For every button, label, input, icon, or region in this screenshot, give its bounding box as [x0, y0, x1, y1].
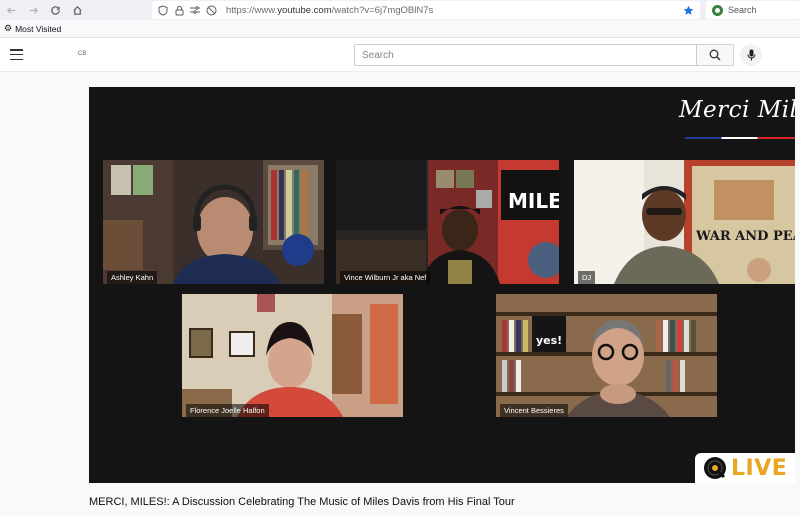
search-icon	[709, 49, 721, 61]
home-icon	[72, 5, 82, 15]
participant-4-video	[182, 294, 403, 417]
video-title: MERCI, MILES!: A Discussion Celebrating …	[89, 496, 515, 508]
browser-search-placeholder: Search	[728, 5, 757, 15]
bookmark-star-icon[interactable]	[680, 2, 696, 18]
arrow-right-icon	[29, 6, 38, 14]
lock-icon[interactable]	[172, 3, 186, 17]
participant-3-video: WAR AND PEACE	[574, 160, 795, 284]
video-player[interactable]: Merci Miles Ashley Kahn MILE	[89, 87, 795, 483]
permissions-icon[interactable]	[188, 3, 202, 17]
participant-name: Ashley Kahn	[107, 271, 158, 284]
url-path: /watch?v=6j7mgOBlN7s	[331, 4, 434, 16]
mile-sign-text: MILE	[508, 189, 559, 213]
participant-1-video	[103, 160, 324, 284]
bookmarks-toolbar: ⚙ Most Visited	[0, 20, 800, 38]
search-button[interactable]	[697, 44, 734, 66]
shield-icon[interactable]	[156, 3, 170, 17]
menu-icon[interactable]	[10, 49, 23, 60]
youtube-header: CB Search	[0, 38, 800, 72]
browser-toolbar: https://www.youtube.com/watch?v=6j7mgOBl…	[0, 0, 800, 20]
url-host: youtube.com	[277, 4, 332, 16]
reload-button[interactable]	[44, 0, 66, 20]
participant-tile-5[interactable]: yes! Vincent Bessieres	[496, 294, 717, 417]
search-input[interactable]: Search	[354, 44, 697, 66]
arrow-left-icon	[6, 6, 15, 14]
gear-icon: ⚙	[4, 23, 13, 33]
participant-tile-3[interactable]: WAR AND PEACE DJ	[574, 160, 795, 284]
reload-icon	[50, 5, 60, 15]
participant-5-video: yes!	[496, 294, 717, 417]
region-code: CB	[78, 51, 87, 57]
participant-tile-2[interactable]: MILE Vince Wilburn Jr aka Nef	[336, 160, 559, 284]
participant-name: DJ	[578, 271, 596, 284]
forward-button[interactable]	[22, 0, 44, 20]
participant-name: Vincent Bessieres	[500, 404, 568, 417]
search-engine-icon	[712, 4, 723, 16]
book-cover-text: yes!	[536, 334, 562, 347]
participant-tile-4[interactable]: Florence Joelle Halfon	[182, 294, 403, 417]
poster-text: WAR AND PEACE	[695, 229, 795, 244]
live-label: LIVE	[731, 455, 788, 481]
participant-2-video: MILE	[336, 160, 559, 284]
participant-tile-1[interactable]: Ashley Kahn	[103, 160, 324, 284]
url-prefix: https://www.	[226, 4, 278, 16]
live-badge: LIVE	[695, 453, 795, 483]
browser-search-box[interactable]: Search	[706, 1, 800, 19]
url-text[interactable]: https://www.youtube.com/watch?v=6j7mgOBl…	[226, 5, 433, 16]
home-button[interactable]	[66, 0, 88, 20]
autoplay-blocked-icon[interactable]	[204, 3, 218, 17]
back-button[interactable]	[0, 0, 22, 20]
flag-stripe	[685, 137, 795, 139]
voice-search-button[interactable]	[740, 44, 762, 66]
brand-title: Merci Miles	[679, 97, 795, 123]
bookmark-most-visited[interactable]: Most Visited	[15, 24, 61, 34]
address-bar[interactable]: https://www.youtube.com/watch?v=6j7mgOBl…	[152, 1, 700, 19]
participant-name: Vince Wilburn Jr aka Nef	[340, 271, 431, 284]
microphone-icon	[747, 49, 755, 61]
participant-name: Florence Joelle Halfon	[186, 404, 269, 417]
vinyl-record-icon	[704, 457, 726, 479]
